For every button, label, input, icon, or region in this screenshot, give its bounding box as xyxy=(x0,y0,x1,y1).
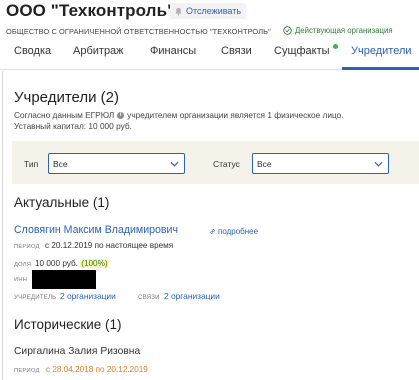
period-value: с 20.12.2019 по настоящее время xyxy=(45,241,174,250)
tab-bar: Сводка Арбитраж Финансы Связи Сущфакты У… xyxy=(0,37,419,70)
tab-arbitration[interactable]: Арбитраж xyxy=(73,45,124,57)
historical-period-label: ПЕРИОД xyxy=(14,368,40,374)
type-filter-label: Тип xyxy=(24,159,39,169)
more-link-label: подробнее xyxy=(218,227,259,236)
historical-period-value: с 28.04.2018 по 20.12.2019 xyxy=(46,365,148,374)
company-header: ООО "Техконтроль" Отслеживать ОБЩЕСТВО С… xyxy=(0,0,419,42)
inn-label: ИНН xyxy=(14,277,28,283)
share-amount: 10 000 руб. xyxy=(35,259,78,268)
tab-founders[interactable]: Учредители xyxy=(351,45,412,57)
section-title: Учредители (2) xyxy=(14,89,120,106)
status-badge: Действующая организация xyxy=(283,26,393,35)
chevron-down-icon xyxy=(374,161,383,167)
info-source: Согласно данным ЕГРЮЛ xyxy=(14,110,115,120)
more-link[interactable]: подробнее xyxy=(209,227,258,236)
status-select-value: Все xyxy=(257,159,272,169)
info-icon[interactable]: i xyxy=(117,111,125,119)
links-link[interactable]: 2 организации xyxy=(164,291,220,301)
check-circle-icon xyxy=(283,26,292,35)
links-label: СВЯЗИ xyxy=(138,294,160,301)
content-divider xyxy=(2,71,3,380)
founder-of-label: УЧРЕДИТЕЛЬ xyxy=(14,294,57,301)
link-icon xyxy=(210,229,215,234)
new-indicator-dot xyxy=(333,44,338,49)
active-tab-underline xyxy=(342,67,419,70)
type-select[interactable]: Все xyxy=(48,153,185,174)
info-text: учредителем организации является 1 физич… xyxy=(127,110,344,120)
chevron-down-icon xyxy=(170,161,179,167)
share-value: 10 000 руб. (100%) xyxy=(35,259,109,268)
bell-icon xyxy=(175,7,182,15)
status-filter-label: Статус xyxy=(213,159,240,169)
status-select[interactable]: Все xyxy=(252,153,389,174)
founders-info: Согласно данным ЕГРЮЛ i учредителем орга… xyxy=(14,110,344,120)
follow-label: Отслеживать xyxy=(186,6,242,16)
redacted-inn xyxy=(32,270,96,289)
tab-links[interactable]: Связи xyxy=(221,45,252,57)
tab-summary[interactable]: Сводка xyxy=(14,45,51,57)
period-label: ПЕРИОД xyxy=(14,244,40,250)
status-text: Действующая организация xyxy=(295,26,393,35)
tab-finance[interactable]: Финансы xyxy=(150,45,196,57)
type-select-value: Все xyxy=(53,159,68,169)
share-percent: (100%) xyxy=(80,259,109,268)
founder-of-link[interactable]: 2 организации xyxy=(60,291,116,301)
legal-name: ОБЩЕСТВО С ОГРАНИЧЕННОЙ ОТВЕТСТВЕННОСТЬЮ… xyxy=(6,27,271,36)
authorized-capital: Уставный капитал: 10 000 руб. xyxy=(14,121,132,131)
share-label: ДОЛЯ xyxy=(14,262,32,268)
tab-material-facts[interactable]: Сущфакты xyxy=(274,45,330,57)
historical-founder-name: Сиргалина Залия Ризовна xyxy=(14,346,141,357)
founder-name-link[interactable]: Словягин Максим Владимирович xyxy=(14,224,178,236)
current-heading: Актуальные (1) xyxy=(14,195,110,210)
historical-heading: Исторические (1) xyxy=(14,317,122,332)
company-title: ООО "Техконтроль" xyxy=(6,1,176,20)
follow-button[interactable]: Отслеживать xyxy=(170,3,247,19)
filter-panel: Тип Все Статус Все xyxy=(12,141,419,184)
